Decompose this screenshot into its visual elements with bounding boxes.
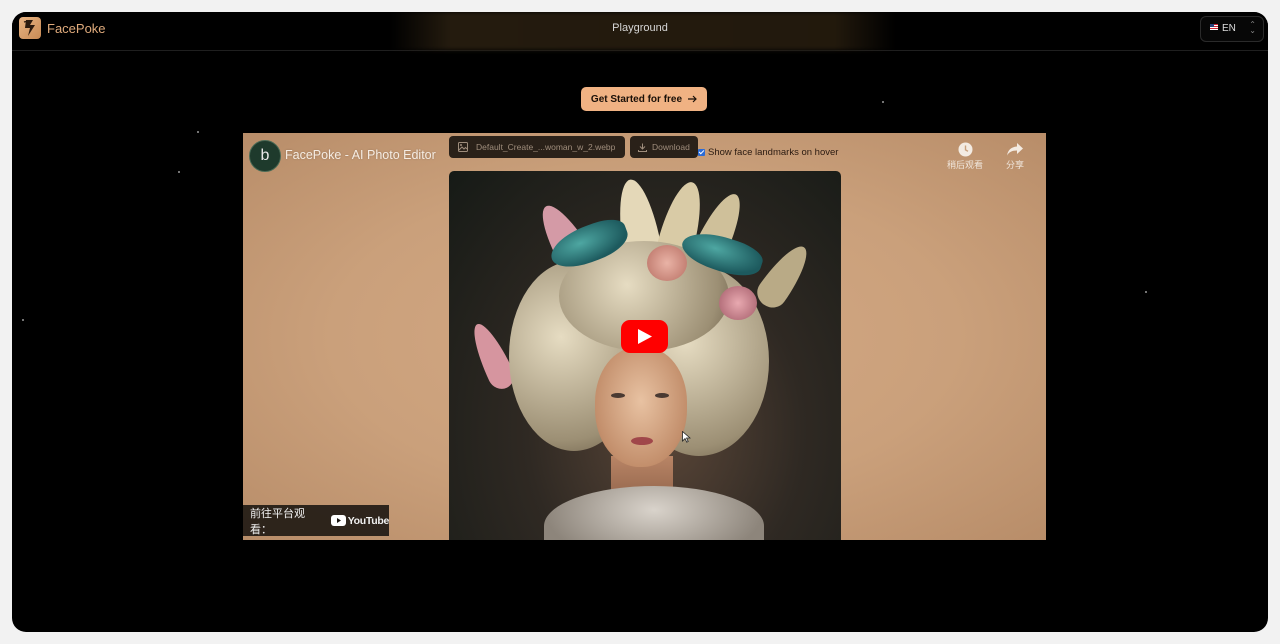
video-title[interactable]: FacePoke - AI Photo Editor [285, 148, 436, 162]
video-frame-portrait [449, 171, 841, 540]
language-select[interactable]: EN ⌃ ⌄ [1200, 16, 1264, 42]
mouse-cursor-icon [682, 431, 691, 443]
feather [751, 238, 817, 314]
watch-on-label: 前往平台观看： [250, 507, 305, 536]
play-button[interactable] [621, 320, 668, 353]
get-started-button[interactable]: Get Started for free [581, 87, 707, 111]
flower [719, 286, 757, 320]
us-flag-icon [1210, 24, 1218, 30]
background-star [197, 131, 199, 133]
background-star [178, 171, 180, 173]
watch-on-youtube-button[interactable]: 前往平台观看： YouTube [243, 505, 389, 536]
landmarks-toggle[interactable]: Show face landmarks on hover [698, 147, 838, 158]
eye [655, 393, 669, 398]
landmarks-label: Show face landmarks on hover [708, 147, 839, 158]
nav-links: Playground [12, 22, 1268, 34]
clock-icon [958, 142, 972, 156]
nav-link-playground[interactable]: Playground [612, 22, 668, 34]
chevron-up-down-icon: ⌃ ⌄ [1249, 20, 1256, 35]
brand-name[interactable]: FacePoke [47, 21, 106, 36]
background-star [882, 101, 884, 103]
logo-glyph-icon [23, 20, 35, 36]
share-button[interactable]: 分享 [1006, 140, 1024, 171]
download-label: Download [652, 142, 690, 152]
top-navbar: FacePoke Playground EN ⌃ ⌄ [12, 12, 1268, 51]
watch-later-label: 稍后观看 [947, 160, 984, 170]
file-name-chip[interactable]: Default_Create_...woman_w_2.webp [449, 136, 625, 158]
browser-viewport: FacePoke Playground EN ⌃ ⌄ Get Started fo… [12, 12, 1268, 632]
play-icon [637, 329, 652, 344]
hero-subtitle-peek [12, 51, 1268, 61]
image-icon [458, 142, 468, 152]
background-star [22, 319, 24, 321]
flower [647, 245, 687, 281]
arrow-right-icon [688, 95, 697, 103]
youtube-wordmark: YouTube [347, 514, 390, 527]
face [595, 347, 687, 467]
lips [631, 437, 653, 445]
youtube-play-icon [330, 515, 346, 526]
watch-later-button[interactable]: 稍后观看 [947, 140, 983, 171]
lace-collar [544, 486, 764, 540]
channel-avatar[interactable]: b [249, 140, 281, 172]
download-icon [638, 143, 647, 152]
download-button[interactable]: Download [630, 136, 698, 158]
youtube-embed[interactable]: b FacePoke - AI Photo Editor Default_Cre… [243, 133, 1046, 540]
file-name: Default_Create_...woman_w_2.webp [476, 142, 616, 152]
background-star [1145, 291, 1147, 293]
eye [611, 393, 625, 398]
share-label: 分享 [1006, 160, 1025, 170]
landmarks-checkbox[interactable] [698, 149, 705, 156]
share-icon [1007, 142, 1023, 155]
facepoke-logo[interactable] [19, 17, 41, 39]
language-code: EN [1222, 23, 1236, 34]
youtube-logo: YouTube [330, 514, 390, 527]
get-started-label: Get Started for free [590, 93, 683, 105]
